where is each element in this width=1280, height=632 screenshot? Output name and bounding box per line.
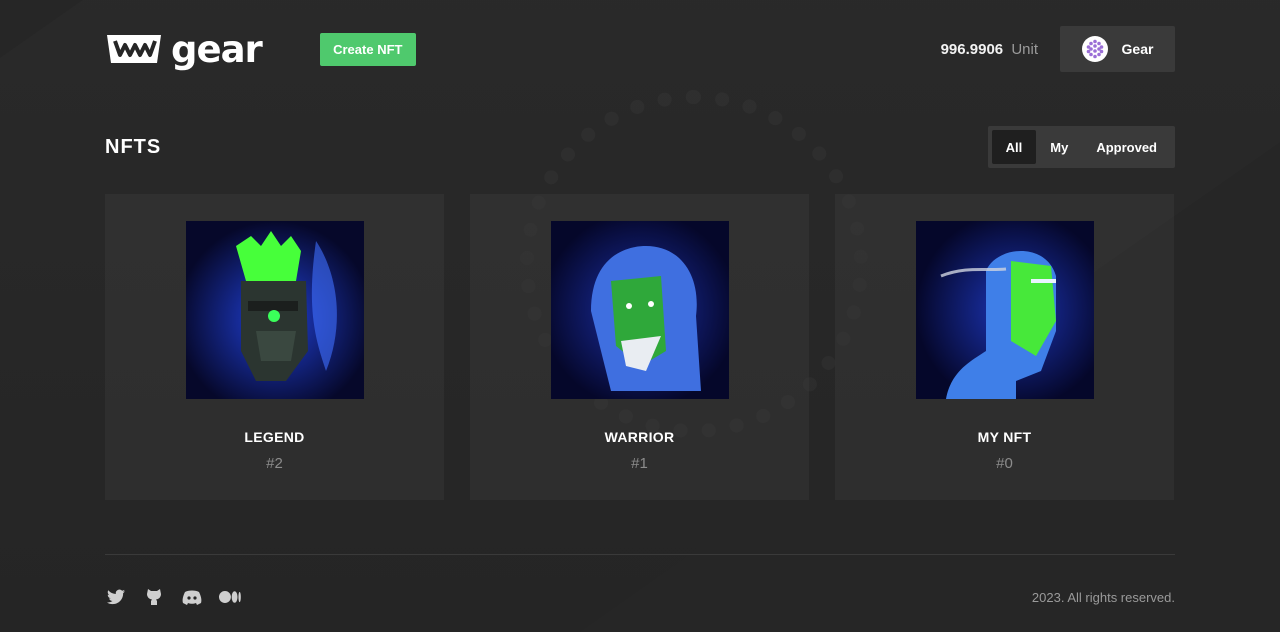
nft-name: LEGEND [244,429,305,445]
nft-id: #1 [631,455,648,472]
legionnaire-icon [185,221,364,399]
balance-display: 996.9906 Unit [941,41,1038,58]
balance-value: 996.9906 [940,40,1004,58]
nft-card[interactable]: LEGEND #2 [105,194,444,500]
nft-id: #2 [266,455,283,472]
filter-tab-my[interactable]: My [1036,130,1082,164]
github-icon[interactable] [143,586,165,608]
hero-icon [915,221,1094,399]
page-footer: 2023. All rights reserved. [105,555,1175,632]
twitter-icon[interactable] [105,586,127,608]
filter-tab-approved[interactable]: Approved [1082,130,1171,164]
nft-name: WARRIOR [604,429,675,445]
nft-card[interactable]: WARRIOR #1 [470,194,809,500]
brand-logo[interactable]: gear [105,27,263,71]
medium-icon[interactable] [219,586,241,608]
balance-unit: Unit [1011,40,1038,58]
nft-id: #0 [996,455,1013,472]
filter-tab-all[interactable]: All [991,130,1037,164]
filter-tabs: All My Approved [987,126,1175,168]
page-title: NFTS [105,135,162,158]
nft-name: MY NFT [977,429,1032,445]
nft-grid: LEGEND #2 WARRIOR #1 MY NFT #0 [105,194,1175,500]
nft-card[interactable]: MY NFT #0 [835,194,1174,500]
discord-icon[interactable] [181,586,203,608]
account-button[interactable]: Gear [1060,26,1175,72]
create-nft-button[interactable]: Create NFT [319,32,416,66]
gear-logo-icon [107,35,161,63]
social-links [105,586,241,608]
brand-name: gear [171,27,263,71]
account-avatar-icon [1081,36,1108,62]
hooded-warrior-icon [550,221,729,399]
account-name: Gear [1121,41,1154,57]
top-header: gear Create NFT 996.9906 Unit Gear [105,0,1175,98]
copyright-text: 2023. All rights reserved. [1031,589,1175,605]
